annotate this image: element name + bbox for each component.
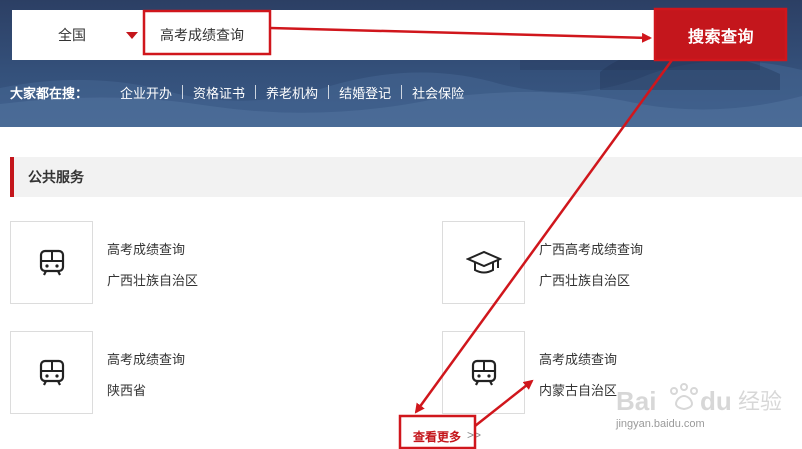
service-region: 内蒙古自治区 — [539, 383, 618, 398]
hot-link-elderly-care[interactable]: 养老机构 — [256, 83, 328, 102]
caret-down-icon — [126, 32, 138, 39]
service-card[interactable]: 高考成绩查询 广西壮族自治区 — [10, 221, 310, 305]
view-more-link[interactable]: 查看更多 — [413, 428, 461, 445]
svg-text:经验: 经验 — [738, 390, 782, 415]
header-banner: 全国 搜索查询 大家都在搜： 企业开办 资格证书 养老机构 结婚登记 社会保险 — [0, 0, 802, 127]
service-card[interactable]: 广西高考成绩查询 广西壮族自治区 — [442, 221, 742, 305]
service-region: 广西壮族自治区 — [107, 273, 199, 288]
hot-link-certificate[interactable]: 资格证书 — [183, 83, 255, 102]
service-icon-box — [442, 331, 525, 414]
service-title: 高考成绩查询 — [107, 242, 186, 257]
service-card[interactable]: 高考成绩查询 陕西省 — [10, 331, 310, 415]
svg-text:du: du — [700, 386, 732, 416]
svg-text:Bai: Bai — [616, 386, 656, 416]
bus-icon — [39, 249, 64, 275]
region-label: 全国 — [58, 27, 86, 43]
bus-icon — [39, 359, 64, 385]
section-title: 公共服务 — [10, 157, 802, 197]
search-input[interactable] — [145, 10, 655, 60]
service-region: 陕西省 — [107, 383, 147, 398]
hot-searches-label: 大家都在搜： — [10, 85, 89, 101]
double-chevron-right-icon: >> — [467, 428, 482, 442]
service-icon-box — [10, 331, 93, 414]
graduation-cap-icon — [465, 250, 502, 273]
service-icon-box — [10, 221, 93, 304]
search-button[interactable]: 搜索查询 — [655, 10, 787, 60]
hot-searches: 大家都在搜： 企业开办 资格证书 养老机构 结婚登记 社会保险 — [10, 83, 474, 102]
bus-icon — [471, 359, 496, 385]
service-region: 广西壮族自治区 — [539, 273, 631, 288]
hot-link-social-insurance[interactable]: 社会保险 — [402, 83, 474, 102]
hot-link-marriage[interactable]: 结婚登记 — [329, 83, 401, 102]
region-select[interactable]: 全国 — [12, 10, 145, 60]
search-box[interactable] — [145, 10, 655, 60]
service-title: 高考成绩查询 — [539, 352, 618, 367]
service-title: 高考成绩查询 — [107, 352, 186, 367]
hot-link-business[interactable]: 企业开办 — [110, 83, 182, 102]
watermark-url: jingyan.baidu.com — [616, 418, 705, 430]
service-icon-box — [442, 221, 525, 304]
service-title: 广西高考成绩查询 — [539, 242, 644, 257]
